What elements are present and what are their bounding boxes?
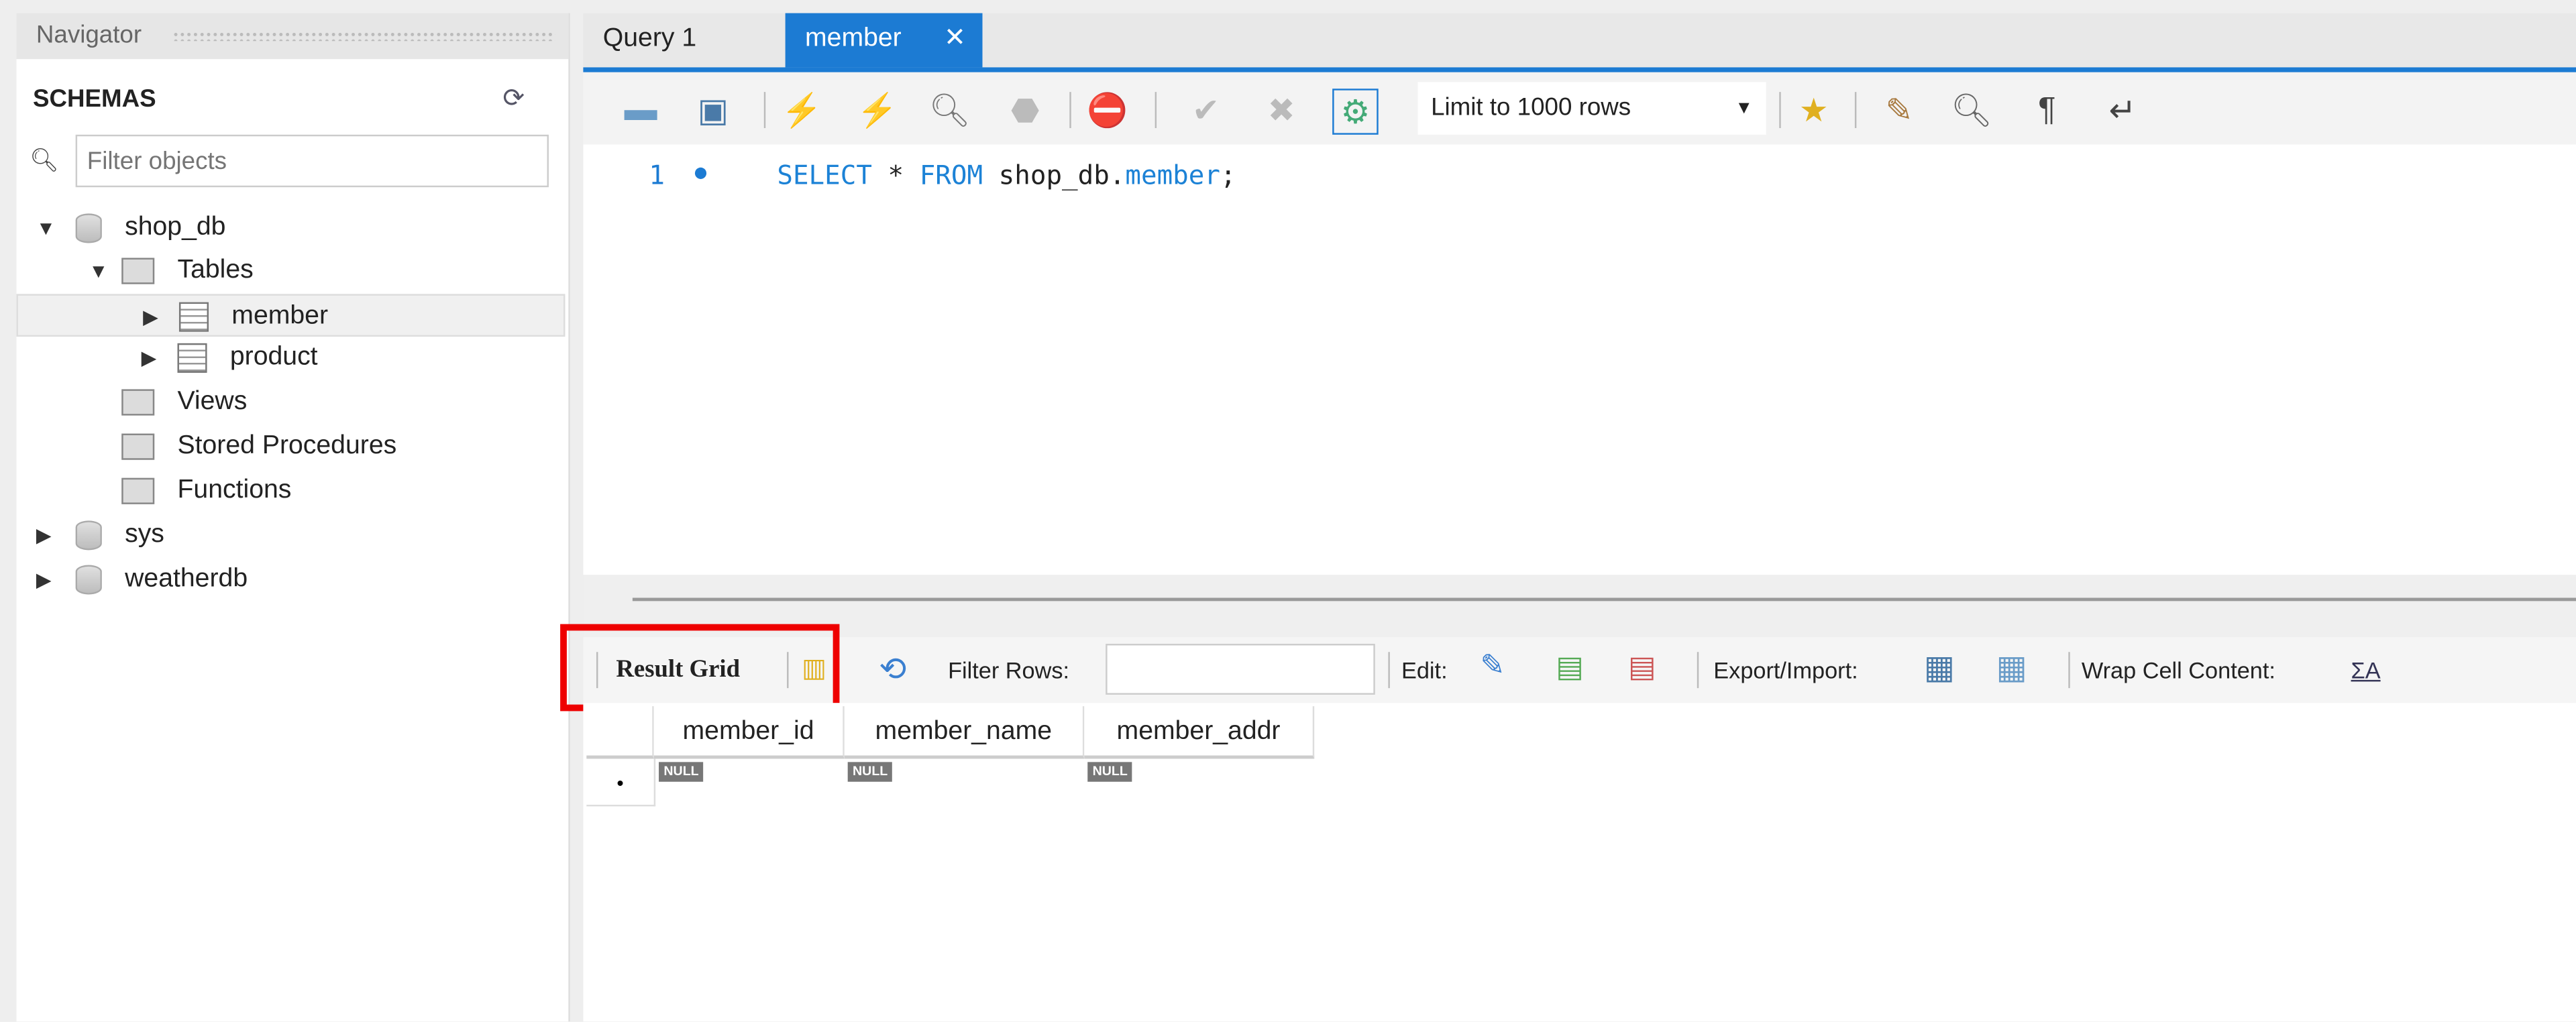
column-header-member-id[interactable]: member_id <box>653 706 845 759</box>
folder-icon <box>121 433 155 460</box>
refresh-icon[interactable]: ⟲ <box>879 648 906 689</box>
statement-marker-icon <box>694 167 707 179</box>
close-icon[interactable]: ✕ <box>944 13 966 64</box>
wrap-cell-label: Wrap Cell Content: <box>2081 657 2275 683</box>
limit-value: Limit to 1000 rows <box>1431 93 1631 122</box>
tab-label: Query 1 <box>602 24 697 53</box>
keyword: FROM <box>919 159 983 191</box>
highlight-annotation-box <box>560 624 840 712</box>
mysql-workbench-window: Navigator SCHEMAS ⟳ 🔍︎ ▼shop_db ▼Tables … <box>0 0 2576 1022</box>
execute-current-icon[interactable]: ⚡ <box>856 89 899 131</box>
find-icon[interactable]: 🔍︎ <box>1950 89 1993 131</box>
tree-item-stored-procedures[interactable]: Stored Procedures <box>16 425 565 468</box>
tree-label: member <box>231 302 329 331</box>
tree-label: Stored Procedures <box>177 432 397 460</box>
tree-label: Functions <box>177 476 292 504</box>
result-toolbar: Result Grid ▥ ⟲ Filter Rows: Edit: ✎ ▤ ▤… <box>583 637 2576 703</box>
code-text: * <box>871 159 920 191</box>
cell-member-name[interactable]: NULL <box>847 762 893 782</box>
panel-splitter[interactable] <box>583 575 2576 638</box>
tab-underline <box>583 67 2576 72</box>
beautify-icon[interactable]: ✎ <box>1878 89 1921 131</box>
table-identifier: member <box>1125 159 1220 191</box>
navigator-title: Navigator <box>36 21 142 50</box>
keyword: SELECT <box>777 159 872 191</box>
filter-rows-label: Filter Rows: <box>948 657 1070 683</box>
export-import-label: Export/Import: <box>1713 657 1858 683</box>
database-icon <box>75 565 102 595</box>
tree-label: shop_db <box>125 213 226 242</box>
add-row-icon[interactable]: ▤ <box>1556 650 1584 685</box>
row-header-corner <box>586 706 654 759</box>
execute-icon[interactable]: ⚡ <box>780 89 823 131</box>
filter-rows-input[interactable] <box>1106 644 1375 695</box>
stop-icon[interactable]: ⬣ <box>1004 89 1046 131</box>
rollback-icon[interactable]: ✖ <box>1260 89 1303 131</box>
tab-query-1[interactable]: Query 1 <box>583 13 777 68</box>
invisible-chars-icon[interactable]: ¶ <box>2026 89 2069 131</box>
tree-item-views[interactable]: Views <box>16 381 565 424</box>
word-wrap-icon[interactable]: ↵ <box>2101 89 2144 131</box>
table-icon <box>177 343 207 373</box>
column-header-member-name[interactable]: member_name <box>844 706 1085 759</box>
folder-icon <box>121 258 155 284</box>
export-icon[interactable]: ▦ <box>1924 647 1955 688</box>
tab-member[interactable]: member ✕ <box>785 13 983 68</box>
edit-label: Edit: <box>1401 657 1448 683</box>
tree-item-functions[interactable]: Functions <box>16 469 565 512</box>
tree-item-weatherdb[interactable]: ▶ weatherdb <box>16 559 565 602</box>
tree-label: product <box>229 343 318 372</box>
line-number: 1 <box>649 159 665 191</box>
tree-item-product[interactable]: ▶ product <box>16 337 565 380</box>
tree-item-shop-db[interactable]: ▼ shop_db <box>16 207 565 250</box>
query-tabs: Query 1 member ✕ <box>583 13 2576 68</box>
filter-objects: 🔍︎ <box>26 134 555 190</box>
navigator-header: Navigator <box>16 13 569 60</box>
tree-label: Tables <box>177 256 254 284</box>
folder-icon <box>121 389 155 416</box>
sql-editor[interactable]: 1 SELECT * FROM shop_db.member; <box>583 144 2576 575</box>
tree-label: Views <box>177 387 248 416</box>
sql-code: SELECT * FROM shop_db.member; <box>777 160 1236 191</box>
autocommit-toggle-icon[interactable]: ⚙ <box>1332 89 1379 135</box>
refresh-icon[interactable]: ⟳ <box>502 82 525 115</box>
column-header-member-addr[interactable]: member_addr <box>1084 706 1315 759</box>
code-text: ; <box>1220 159 1236 191</box>
chevron-down-icon: ▼ <box>1735 98 1754 119</box>
cell-member-addr[interactable]: NULL <box>1087 762 1133 782</box>
sql-toolbar: ▬ ▣ ⚡ ⚡ 🔍︎ ⬣ ⛔ ✔ ✖ ⚙ Limit to 1000 rows ▼… <box>583 72 2576 145</box>
database-icon <box>75 213 102 243</box>
add-snippet-icon[interactable]: ★ <box>1792 89 1835 131</box>
commit-icon[interactable]: ✔ <box>1185 89 1228 131</box>
navigator-panel: Navigator SCHEMAS ⟳ 🔍︎ ▼shop_db ▼Tables … <box>16 13 570 1022</box>
tree-item-tables[interactable]: ▼ Tables <box>16 249 565 292</box>
search-icon: 🔍︎ <box>30 146 59 173</box>
database-icon <box>75 520 102 551</box>
tree-item-sys[interactable]: ▶ sys <box>16 514 565 557</box>
filter-objects-input[interactable] <box>75 134 549 188</box>
code-text: shop_db. <box>983 159 1126 191</box>
result-grid: member_id member_name member_addr • NULL… <box>583 703 2576 1022</box>
edit-cell-icon[interactable]: ✎ <box>1481 648 1505 683</box>
wrap-cell-icon[interactable]: ΣA <box>2351 657 2381 683</box>
explain-icon[interactable]: 🔍︎ <box>928 89 971 131</box>
tree-label: sys <box>125 520 164 549</box>
import-icon[interactable]: ▦ <box>1996 647 2027 688</box>
folder-icon <box>121 477 155 504</box>
tab-label: member <box>805 24 902 53</box>
schemas-label: SCHEMAS <box>32 85 156 113</box>
table-icon <box>178 302 209 332</box>
save-icon[interactable]: ▣ <box>692 89 735 131</box>
tree-item-member[interactable]: ▶ member <box>16 294 566 337</box>
delete-row-icon[interactable]: ▤ <box>1628 650 1656 685</box>
limit-rows-select[interactable]: Limit to 1000 rows ▼ <box>1417 82 1766 135</box>
tree-label: weatherdb <box>125 565 248 593</box>
open-folder-icon[interactable]: ▬ <box>619 89 662 131</box>
new-row-marker: • <box>586 758 656 807</box>
cell-member-id[interactable]: NULL <box>659 762 704 782</box>
stop-on-error-icon[interactable]: ⛔ <box>1086 89 1129 131</box>
